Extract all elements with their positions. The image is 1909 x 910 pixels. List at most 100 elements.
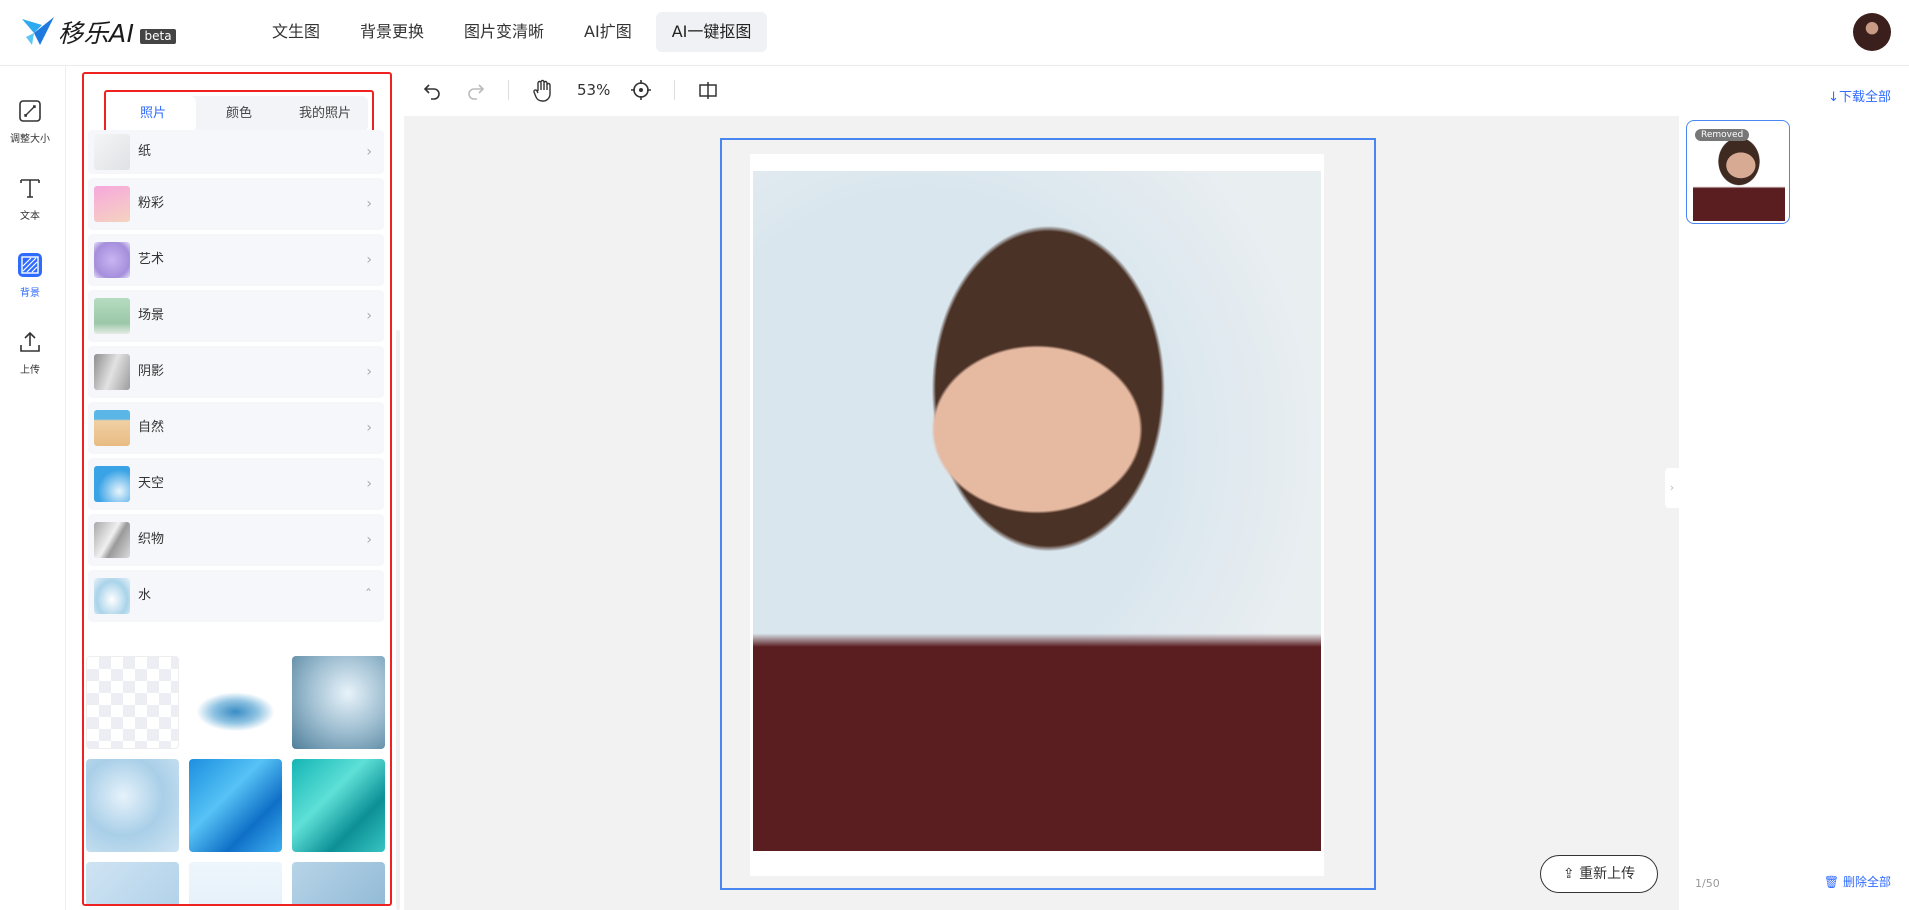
logo-icon	[22, 17, 54, 45]
hand-icon[interactable]	[532, 79, 554, 103]
background-tile[interactable]	[292, 656, 385, 749]
category-thumb	[94, 242, 130, 278]
reupload-label: 重新上传	[1579, 866, 1636, 882]
delete-all-button[interactable]: 🗑 删除全部	[1824, 873, 1891, 890]
chevron-right-icon: ›	[366, 476, 372, 492]
background-tile[interactable]	[86, 759, 179, 852]
category-thumb	[94, 466, 130, 502]
portrait-photo[interactable]	[753, 171, 1321, 851]
category-name: 粉彩	[138, 196, 165, 211]
download-all-button[interactable]: ↓下载全部	[1828, 86, 1891, 105]
panel-scrollbar[interactable]	[396, 330, 400, 910]
background-icon	[18, 253, 42, 277]
chevron-right-icon: ›	[366, 308, 372, 324]
nav-ai-expand[interactable]: AI扩图	[568, 12, 648, 52]
category-sky[interactable]: 天空 ›	[88, 458, 384, 510]
nav-image-enhance[interactable]: 图片变清晰	[448, 12, 560, 52]
divider	[674, 80, 675, 100]
tool-label: 背景	[20, 288, 40, 299]
target-icon[interactable]	[630, 79, 652, 101]
editor-toolbar: 53%	[404, 66, 1679, 116]
zoom-level[interactable]: 53%	[577, 81, 610, 99]
background-tile[interactable]	[292, 862, 385, 904]
category-name: 场景	[138, 308, 165, 323]
category-name: 织物	[138, 532, 165, 547]
category-pastel[interactable]: 粉彩 ›	[88, 178, 384, 230]
category-fabric[interactable]: 织物 ›	[88, 514, 384, 566]
category-list: 纸 › 粉彩 › 艺术 › 场景 › 阴影 › 自然 › 天空 › 织物 › 水…	[88, 130, 384, 626]
tab-my-photos[interactable]: 我的照片	[282, 96, 368, 132]
editor-canvas[interactable]: ⇪ 重新上传 ›	[404, 116, 1679, 910]
tool-text[interactable]: 文本	[0, 175, 60, 222]
category-water[interactable]: 水 ˆ	[88, 570, 384, 622]
tool-upload[interactable]: 上传	[0, 329, 60, 376]
background-tile[interactable]	[189, 656, 282, 749]
category-name: 艺术	[138, 252, 165, 267]
background-tile[interactable]	[189, 759, 282, 852]
category-name: 纸	[138, 144, 152, 159]
chevron-right-icon: ›	[1669, 481, 1675, 494]
category-paper[interactable]: 纸 ›	[88, 130, 384, 174]
background-panel: 照片 颜色 我的照片 纸 › 粉彩 › 艺术 › 场景 › 阴影 › 自然 › …	[82, 72, 392, 906]
chevron-up-icon: ˆ	[365, 588, 372, 604]
result-thumbnail[interactable]: Removed	[1686, 120, 1790, 224]
resize-icon	[19, 100, 41, 122]
tool-label: 文本	[20, 211, 40, 222]
tool-label: 上传	[20, 365, 40, 376]
category-thumb	[94, 354, 130, 390]
category-name: 阴影	[138, 364, 165, 379]
beta-badge: beta	[140, 28, 176, 44]
background-tile[interactable]	[86, 862, 179, 904]
category-thumb	[94, 578, 130, 614]
category-shadow[interactable]: 阴影 ›	[88, 346, 384, 398]
tool-label: 调整大小	[10, 134, 50, 145]
category-thumb	[94, 186, 130, 222]
avatar[interactable]	[1853, 13, 1891, 51]
chevron-right-icon: ›	[366, 364, 372, 380]
category-name: 自然	[138, 420, 165, 435]
tab-colors[interactable]: 颜色	[196, 96, 282, 132]
tab-photos[interactable]: 照片	[110, 96, 196, 132]
tool-resize[interactable]: 调整大小	[0, 98, 60, 145]
panel-tabs: 照片 颜色 我的照片	[110, 96, 368, 132]
text-icon	[20, 179, 40, 198]
water-background-grid	[84, 656, 385, 904]
chevron-right-icon: ›	[366, 196, 372, 212]
undo-icon[interactable]	[422, 81, 442, 101]
brand-name: 移乐AI	[58, 19, 135, 48]
trash-icon: 🗑	[1823, 875, 1840, 889]
chevron-right-icon: ›	[366, 144, 372, 160]
logo[interactable]: 移乐AI beta	[20, 14, 176, 50]
chevron-right-icon: ›	[366, 252, 372, 268]
download-icon: ↓	[1828, 90, 1839, 105]
collapse-handle[interactable]: ›	[1665, 468, 1679, 508]
category-thumb	[94, 134, 130, 170]
upload-icon: ⇪	[1562, 866, 1575, 882]
nav-ai-cutout[interactable]: AI一键抠图	[655, 12, 768, 52]
background-tile[interactable]	[189, 862, 282, 904]
nav-text-to-image[interactable]: 文生图	[256, 12, 336, 52]
canvas-paper	[750, 154, 1324, 876]
transparent-background-tile[interactable]	[86, 656, 179, 749]
category-nature[interactable]: 自然 ›	[88, 402, 384, 454]
delete-all-label: 删除全部	[1842, 875, 1891, 889]
category-name: 天空	[138, 476, 165, 491]
selection-frame[interactable]	[720, 138, 1376, 890]
download-all-label: 下载全部	[1838, 90, 1891, 105]
redo-icon[interactable]	[466, 81, 486, 101]
chevron-right-icon: ›	[366, 420, 372, 436]
category-thumb	[94, 298, 130, 334]
category-art[interactable]: 艺术 ›	[88, 234, 384, 286]
removed-badge: Removed	[1695, 129, 1750, 141]
background-tile[interactable]	[292, 759, 385, 852]
category-scene[interactable]: 场景 ›	[88, 290, 384, 342]
reupload-button[interactable]: ⇪ 重新上传	[1540, 855, 1658, 893]
left-toolbar: 调整大小 文本 背景 上传	[0, 66, 66, 910]
top-bar: 移乐AI beta 文生图 背景更换 图片变清晰 AI扩图 AI一键抠图	[0, 0, 1909, 66]
category-thumb	[94, 522, 130, 558]
compare-icon[interactable]	[698, 80, 718, 100]
tool-background[interactable]: 背景	[0, 252, 60, 299]
image-count: 1/50	[1695, 877, 1720, 890]
nav-background-replace[interactable]: 背景更换	[344, 12, 440, 52]
category-name: 水	[138, 588, 152, 603]
